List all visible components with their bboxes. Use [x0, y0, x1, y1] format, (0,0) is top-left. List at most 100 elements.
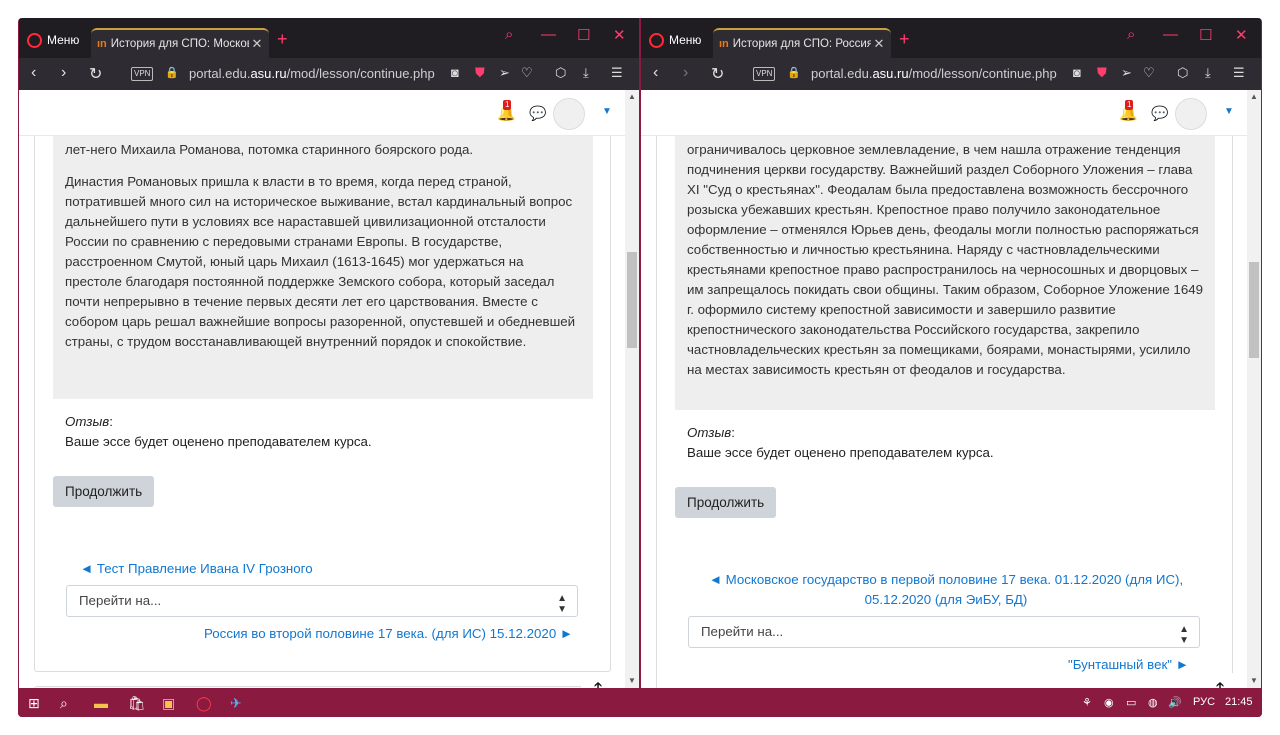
heart-icon[interactable]: ♡	[1143, 65, 1155, 81]
scroll-thumb[interactable]	[1249, 262, 1259, 358]
scrollbar[interactable]: ▲ ▼	[625, 90, 639, 688]
easy-setup-icon[interactable]: ☰	[611, 65, 623, 81]
jump-to-select[interactable]: Перейти на... ▲ ▼	[688, 616, 1200, 648]
store-icon[interactable]: 🛍	[128, 695, 146, 712]
tab-close-icon[interactable]: ✕	[249, 36, 265, 52]
scroll-down-icon[interactable]: ▼	[628, 676, 636, 685]
adblock-shield-icon[interactable]: ⛊	[1097, 65, 1107, 81]
minimize-icon[interactable]: —	[541, 26, 556, 43]
cube-icon[interactable]: ⬡	[555, 65, 566, 81]
prev-activity-link[interactable]: ◄ Московское государство в первой полови…	[681, 570, 1211, 610]
page-content: ограничивалось церковное землевладение, …	[641, 136, 1247, 688]
camera-icon[interactable]: ◙	[1073, 65, 1081, 80]
chrome-tray-icon[interactable]: ◉	[1104, 696, 1114, 709]
reload-icon[interactable]: ↻	[711, 64, 724, 84]
next-activity-link[interactable]: "Бунташный век" ►	[1068, 655, 1189, 675]
maximize-icon[interactable]: ☐	[577, 26, 590, 44]
continue-button[interactable]: Продолжить	[675, 487, 777, 518]
browser-window-right: Меню ın История для СПО: Россия ✕ + ⌕ — …	[641, 18, 1261, 688]
scroll-up-icon[interactable]: ▲	[628, 92, 636, 101]
feedback-block: Отзыв: Ваше эссе будет оценено преподава…	[65, 412, 595, 452]
send-icon[interactable]: ➢	[1121, 65, 1132, 81]
feedback-label: Отзыв	[687, 425, 732, 440]
lock-icon[interactable]: 🔒	[165, 66, 179, 79]
jump-to-select[interactable]: Перейти на... ▲ ▼	[66, 585, 578, 617]
jump-to-placeholder: Перейти на...	[79, 593, 162, 608]
user-avatar[interactable]	[1175, 98, 1207, 130]
messages-icon[interactable]: 💬	[529, 105, 546, 122]
telegram-icon[interactable]: ✈	[230, 695, 242, 712]
volume-icon[interactable]: 🔊	[1168, 696, 1182, 709]
download-icon[interactable]: ⤓	[583, 65, 589, 81]
feedback-text: Ваше эссе будет оценено преподавателем к…	[687, 445, 994, 460]
tab-bar: Меню ın История для СПО: Россия ✕ + ⌕ — …	[641, 18, 1261, 58]
maximize-icon[interactable]: ☐	[1199, 26, 1212, 44]
close-window-icon[interactable]: ✕	[613, 26, 626, 44]
back-icon[interactable]: ‹	[653, 64, 658, 82]
user-avatar[interactable]	[553, 98, 585, 130]
user-menu-caret-icon[interactable]: ▼	[602, 106, 612, 117]
scroll-up-icon[interactable]: ▲	[1250, 92, 1258, 101]
lock-icon[interactable]: 🔒	[787, 66, 801, 79]
back-to-top-button[interactable]: 🡑	[1203, 673, 1237, 688]
url-path: /mod/lesson/continue.php	[286, 66, 435, 81]
user-menu-caret-icon[interactable]: ▼	[1224, 106, 1234, 117]
opera-menu-button[interactable]: Меню	[649, 30, 701, 50]
minimize-icon[interactable]: —	[1163, 26, 1178, 43]
file-explorer-icon[interactable]: ▬	[94, 695, 108, 711]
menu-label: Меню	[47, 33, 80, 47]
url-path: /mod/lesson/continue.php	[908, 66, 1057, 81]
heart-icon[interactable]: ♡	[521, 65, 533, 81]
url-field[interactable]: portal.edu.asu.ru/mod/lesson/continue.ph…	[811, 66, 1057, 81]
reload-icon[interactable]: ↻	[89, 64, 102, 84]
adblock-shield-icon[interactable]: ⛊	[475, 65, 485, 81]
back-icon[interactable]: ‹	[31, 64, 36, 82]
browser-tab[interactable]: ın История для СПО: Россия ✕	[713, 28, 891, 58]
feedback-label: Отзыв	[65, 414, 110, 429]
forward-icon[interactable]: ›	[683, 64, 688, 82]
opera-taskbar-icon[interactable]: ◯	[196, 695, 212, 712]
download-icon[interactable]: ⤓	[1205, 65, 1211, 81]
send-icon[interactable]: ➢	[499, 65, 510, 81]
scroll-thumb[interactable]	[627, 252, 637, 348]
browser-tab[interactable]: ın История для СПО: Москов ✕	[91, 28, 269, 58]
url-domain: asu.ru	[872, 66, 909, 81]
scrollbar[interactable]: ▲ ▼	[1247, 90, 1261, 688]
language-indicator[interactable]: РУС	[1193, 696, 1215, 708]
arrow-up-icon: 🡑	[594, 679, 602, 689]
address-bar: ‹ › ↻ VPN 🔒 portal.edu.asu.ru/mod/lesson…	[19, 58, 639, 90]
page-content: лет-него Михаила Романова, потомка стари…	[19, 136, 625, 688]
vpn-badge-icon[interactable]: VPN	[131, 67, 154, 81]
search-icon[interactable]: ⌕	[505, 26, 513, 43]
new-tab-icon[interactable]: +	[277, 29, 288, 50]
opera-logo-icon	[27, 32, 42, 48]
search-icon[interactable]: ⌕	[1127, 26, 1135, 43]
essay-answer-block: лет-него Михаила Романова, потомка стари…	[53, 136, 593, 399]
easy-setup-icon[interactable]: ☰	[1233, 65, 1245, 81]
back-to-top-button[interactable]: 🡑	[581, 673, 615, 688]
opera-menu-button[interactable]: Меню	[27, 30, 79, 50]
network-tray-icon[interactable]: ◍	[1148, 696, 1158, 709]
next-activity-link[interactable]: Россия во второй половине 17 века. (для …	[204, 624, 573, 644]
url-prefix: portal.edu.	[811, 66, 873, 81]
notifications-bell-icon[interactable]: 🔔 1	[497, 100, 516, 122]
taskbar-search-icon[interactable]: ⌕	[60, 695, 68, 712]
cube-icon[interactable]: ⬡	[1177, 65, 1188, 81]
close-window-icon[interactable]: ✕	[1235, 26, 1248, 44]
image-viewer-icon[interactable]: ▣	[162, 695, 175, 712]
messages-icon[interactable]: 💬	[1151, 105, 1168, 122]
clock[interactable]: 21:45	[1225, 696, 1253, 708]
tab-close-icon[interactable]: ✕	[871, 36, 887, 52]
tray-app-icon[interactable]: ⚘	[1082, 696, 1092, 709]
clipboard-tray-icon[interactable]: ▭	[1126, 696, 1136, 709]
forward-icon[interactable]: ›	[61, 64, 66, 82]
camera-icon[interactable]: ◙	[451, 65, 459, 80]
continue-button[interactable]: Продолжить	[53, 476, 155, 507]
new-tab-icon[interactable]: +	[899, 29, 910, 50]
url-field[interactable]: portal.edu.asu.ru/mod/lesson/continue.ph…	[189, 66, 435, 81]
windows-start-icon[interactable]: ⊞	[28, 695, 40, 712]
scroll-down-icon[interactable]: ▼	[1250, 676, 1258, 685]
vpn-badge-icon[interactable]: VPN	[753, 67, 776, 81]
prev-activity-link[interactable]: ◄ Тест Правление Ивана IV Грозного	[80, 559, 313, 579]
notifications-bell-icon[interactable]: 🔔 1	[1119, 100, 1138, 122]
